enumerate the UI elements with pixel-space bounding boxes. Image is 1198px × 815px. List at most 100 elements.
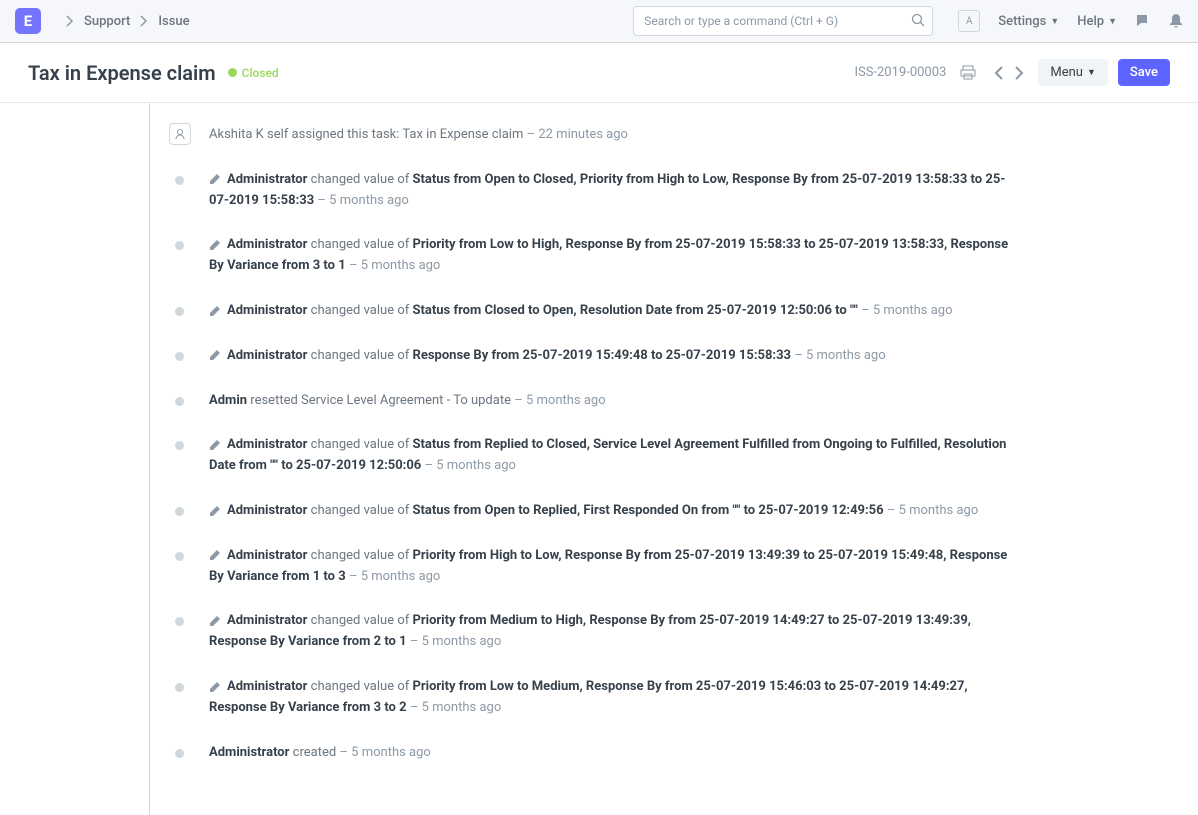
timeline-time: – 22 minutes ago (527, 127, 628, 142)
timeline-dot-icon (175, 397, 184, 406)
navbar: E Support Issue A Settings▼ Help▼ (0, 0, 1198, 43)
breadcrumb-issue[interactable]: Issue (158, 14, 189, 29)
timeline-user: Administrator (227, 348, 307, 363)
breadcrumb-support[interactable]: Support (84, 14, 130, 29)
timeline-dot-icon (175, 683, 184, 692)
app-logo[interactable]: E (15, 8, 41, 34)
timeline-user: Administrator (227, 172, 307, 187)
timeline-action: changed value of (311, 172, 410, 187)
timeline-action: changed value of (311, 503, 410, 518)
edit-icon (209, 173, 221, 185)
timeline-change: Response By from 25-07-2019 15:49:48 to … (413, 348, 791, 363)
timeline: Akshita K self assigned this task: Tax i… (149, 103, 1049, 815)
timeline-item: Administrator changed value of Status fr… (179, 489, 1019, 534)
timeline-item: Administrator changed value of Response … (179, 334, 1019, 379)
timeline-user: Administrator (209, 745, 289, 760)
page-header: Tax in Expense claim Closed ISS-2019-000… (0, 43, 1198, 103)
timeline-item: Administrator changed value of Priority … (179, 223, 1019, 289)
edit-icon (209, 681, 221, 693)
timeline-change: Status from Open to Replied, First Respo… (413, 503, 884, 518)
help-menu[interactable]: Help▼ (1077, 14, 1117, 29)
status-badge: Closed (228, 66, 279, 80)
nav-right: A Settings▼ Help▼ (958, 10, 1183, 32)
chevron-right-icon (140, 15, 148, 27)
page-actions: ISS-2019-00003 Menu▼ Save (854, 59, 1170, 86)
next-icon[interactable] (1010, 62, 1028, 84)
settings-menu[interactable]: Settings▼ (998, 14, 1059, 29)
user-avatar[interactable]: A (958, 10, 980, 32)
edit-icon (209, 439, 221, 451)
timeline-time: – 5 months ago (339, 745, 430, 760)
timeline-user: Administrator (227, 237, 307, 252)
timeline-item: Administrator changed value of Status fr… (179, 158, 1019, 224)
chevron-right-icon (66, 15, 74, 27)
timeline-dot-icon (175, 352, 184, 361)
timeline-dot-icon (175, 176, 184, 185)
print-icon[interactable] (956, 61, 980, 85)
timeline-dot-icon (175, 441, 184, 450)
timeline-item: Admin resetted Service Level Agreement -… (179, 379, 1019, 424)
timeline-line (149, 103, 150, 815)
timeline-item: Administrator changed value of Priority … (179, 534, 1019, 600)
edit-icon (209, 239, 221, 251)
timeline-time: – 5 months ago (514, 393, 605, 408)
timeline-item: Administrator changed value of Status fr… (179, 423, 1019, 489)
timeline-action: changed value of (311, 613, 410, 628)
timeline-user: Admin (209, 393, 247, 408)
timeline-action: changed value of (311, 237, 410, 252)
timeline-action: changed value of (311, 679, 410, 694)
timeline-user: Administrator (227, 503, 307, 518)
timeline-action: changed value of (311, 437, 410, 452)
edit-icon (209, 505, 221, 517)
caret-down-icon: ▼ (1050, 16, 1059, 27)
timeline-time: – 5 months ago (317, 193, 408, 208)
edit-icon (209, 349, 221, 361)
timeline-dot-icon (175, 507, 184, 516)
page-title: Tax in Expense claim (28, 61, 216, 85)
timeline-time: – 5 months ago (349, 569, 440, 584)
timeline-dot-icon (175, 749, 184, 758)
timeline-item: Administrator changed value of Priority … (179, 599, 1019, 665)
timeline-item: Administrator changed value of Status fr… (179, 289, 1019, 334)
bell-icon[interactable] (1169, 13, 1183, 29)
timeline-user: Administrator (227, 548, 307, 563)
timeline-action: changed value of (311, 348, 410, 363)
timeline-dot-icon (175, 617, 184, 626)
timeline-user: Administrator (227, 303, 307, 318)
timeline-dot-icon (175, 307, 184, 316)
timeline-text: created (293, 745, 337, 760)
timeline-user: Administrator (227, 613, 307, 628)
menu-button[interactable]: Menu▼ (1038, 59, 1108, 86)
timeline-time: – 5 months ago (410, 700, 501, 715)
edit-icon (209, 615, 221, 627)
timeline-text: resetted Service Level Agreement - To up… (250, 393, 511, 408)
edit-icon (209, 305, 221, 317)
timeline-item: Administrator created – 5 months ago (179, 731, 1019, 776)
timeline-action: changed value of (311, 303, 410, 318)
search-icon[interactable] (911, 13, 925, 27)
assign-icon (169, 123, 191, 145)
timeline-user: Administrator (227, 437, 307, 452)
timeline-time: – 5 months ago (410, 634, 501, 649)
timeline-item: Administrator changed value of Priority … (179, 665, 1019, 731)
timeline-text: Akshita K self assigned this task: Tax i… (209, 127, 523, 142)
chat-icon[interactable] (1135, 13, 1151, 29)
timeline-time: – 5 months ago (794, 348, 885, 363)
caret-down-icon: ▼ (1108, 16, 1117, 27)
timeline-user: Administrator (227, 679, 307, 694)
timeline-action: changed value of (311, 548, 410, 563)
status-dot-icon (228, 68, 237, 77)
timeline-dot-icon (175, 552, 184, 561)
timeline-time: – 5 months ago (861, 303, 952, 318)
timeline-time: – 5 months ago (887, 503, 978, 518)
search-input[interactable] (633, 6, 933, 36)
timeline-time: – 5 months ago (425, 458, 516, 473)
breadcrumb: Support Issue (56, 14, 190, 29)
document-id: ISS-2019-00003 (854, 65, 946, 80)
save-button[interactable]: Save (1118, 59, 1170, 86)
search-box (633, 6, 933, 36)
edit-icon (209, 549, 221, 561)
timeline-item: Akshita K self assigned this task: Tax i… (179, 113, 1019, 158)
timeline-time: – 5 months ago (349, 258, 440, 273)
prev-icon[interactable] (990, 62, 1008, 84)
